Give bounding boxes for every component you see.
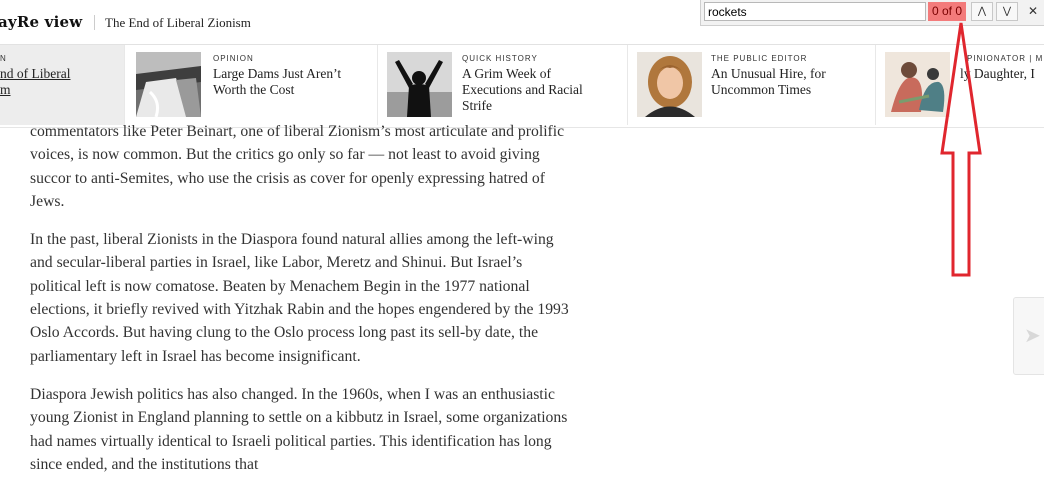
find-next-button[interactable]: ⋁ [996, 2, 1018, 21]
ribbon-headline[interactable]: An Unusual Hire, for Uncommon Times [711, 66, 871, 98]
ribbon-kicker: N [0, 54, 7, 63]
next-article-button[interactable]: ➤ [1013, 297, 1044, 375]
ribbon-headline[interactable]: Large Dams Just Aren’t Worth the Cost [213, 66, 373, 98]
find-previous-button[interactable]: ⋀ [971, 2, 993, 21]
ribbon-item-current[interactable]: N nd of Liberal m [0, 45, 125, 125]
ribbon-item-history[interactable]: QUICK HISTORY A Grim Week of Executions … [378, 45, 628, 125]
article-title: The End of Liberal Zionism [105, 15, 251, 30]
find-match-count: 0 of 0 [928, 2, 966, 21]
chevron-down-icon: ⋁ [1002, 6, 1012, 17]
header-divider [94, 15, 95, 30]
silhouette-thumbnail [387, 52, 452, 117]
article-body: commentators like Peter Beinart, one of … [30, 120, 575, 491]
ribbon-kicker: THE PUBLIC EDITOR [711, 54, 808, 63]
article-paragraph: commentators like Peter Beinart, one of … [30, 123, 565, 210]
ribbon-headline[interactable]: A Grim Week of Executions and Racial Str… [462, 66, 622, 114]
annotation-arrow [940, 22, 982, 277]
article-paragraph: In the past, liberal Zionists in the Dia… [30, 231, 569, 365]
close-icon: ✕ [1027, 4, 1039, 18]
find-input[interactable]: rockets [704, 2, 926, 21]
find-bar: rockets 0 of 0 ⋀ ⋁ ✕ [700, 0, 1044, 26]
ribbon-headline[interactable]: nd of Liberal m [0, 66, 120, 98]
portrait-thumbnail [637, 52, 702, 117]
dam-thumbnail [136, 52, 201, 117]
arrow-right-icon: ➤ [1024, 323, 1041, 347]
article-paragraph: Diaspora Jewish politics has also change… [30, 385, 568, 473]
ribbon-kicker: OPINION [213, 54, 254, 63]
ribbon-kicker: QUICK HISTORY [462, 54, 538, 63]
article-ribbon: N nd of Liberal m OPINION Large Dams Jus… [0, 45, 1044, 128]
chevron-up-icon: ⋀ [977, 6, 987, 17]
ribbon-item-public-editor[interactable]: THE PUBLIC EDITOR An Unusual Hire, for U… [628, 45, 876, 125]
ribbon-item-dams[interactable]: OPINION Large Dams Just Aren’t Worth the… [125, 45, 378, 125]
find-close-button[interactable]: ✕ [1024, 2, 1042, 21]
site-logo[interactable]: ayRe view [0, 13, 82, 31]
